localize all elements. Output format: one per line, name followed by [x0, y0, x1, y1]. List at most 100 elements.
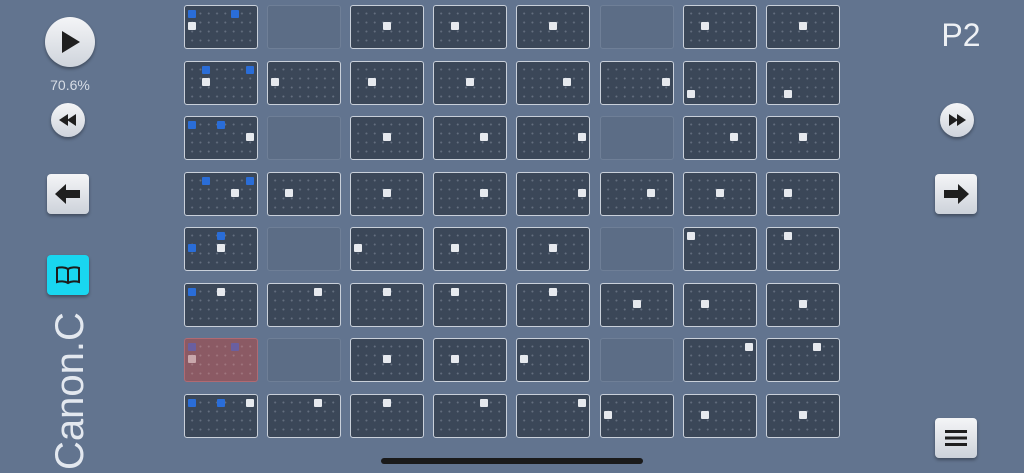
rewind-button[interactable]: [51, 103, 85, 137]
note-marker: [245, 132, 254, 141]
pattern-cell[interactable]: [600, 172, 674, 216]
pattern-cell[interactable]: [267, 227, 341, 271]
pattern-cell[interactable]: [683, 394, 757, 438]
pattern-cell[interactable]: [766, 394, 840, 438]
pattern-cell[interactable]: [766, 172, 840, 216]
pattern-cell[interactable]: [516, 338, 590, 382]
pattern-cell[interactable]: [766, 61, 840, 105]
pattern-cell[interactable]: [433, 61, 507, 105]
pattern-cell[interactable]: [350, 394, 424, 438]
pattern-cell[interactable]: [766, 283, 840, 327]
pattern-cell[interactable]: [766, 227, 840, 271]
pattern-cell[interactable]: [267, 283, 341, 327]
tempo-percentage: 70.6%: [50, 77, 90, 93]
pattern-cell[interactable]: [433, 172, 507, 216]
note-marker: [465, 77, 474, 86]
pattern-cell[interactable]: [516, 61, 590, 105]
fast-forward-icon: [949, 114, 966, 126]
note-marker: [231, 188, 240, 197]
pattern-cell[interactable]: [766, 116, 840, 160]
note-marker: [604, 410, 612, 419]
note-marker: [188, 354, 196, 363]
pattern-cell[interactable]: [350, 116, 424, 160]
pattern-cell[interactable]: [600, 116, 674, 160]
book-icon: [56, 266, 80, 285]
play-button[interactable]: [45, 17, 95, 67]
pattern-cell[interactable]: [184, 61, 258, 105]
pattern-cell[interactable]: [516, 394, 590, 438]
pattern-cell[interactable]: [350, 338, 424, 382]
pattern-cell[interactable]: [267, 394, 341, 438]
pattern-cell[interactable]: [683, 5, 757, 49]
arrow-right-icon: [944, 184, 969, 204]
note-marker: [744, 343, 753, 351]
note-marker: [687, 232, 695, 240]
pattern-cell[interactable]: [184, 116, 258, 160]
pattern-cell[interactable]: [433, 5, 507, 49]
blue-note-marker: [188, 343, 196, 351]
note-marker: [798, 410, 807, 419]
pattern-cell[interactable]: [350, 61, 424, 105]
note-marker: [577, 188, 586, 197]
pattern-cell[interactable]: [600, 394, 674, 438]
book-button[interactable]: [47, 255, 89, 295]
pattern-cell[interactable]: [267, 5, 341, 49]
pattern-cell[interactable]: [433, 338, 507, 382]
pattern-cell[interactable]: [433, 394, 507, 438]
pattern-cell[interactable]: [267, 338, 341, 382]
pattern-cell[interactable]: [184, 5, 258, 49]
pattern-cell[interactable]: [683, 227, 757, 271]
pattern-cell[interactable]: [600, 61, 674, 105]
pattern-cell[interactable]: [683, 116, 757, 160]
note-marker: [784, 188, 793, 197]
pattern-cell[interactable]: [350, 5, 424, 49]
pattern-cell[interactable]: [683, 172, 757, 216]
pattern-cell[interactable]: [516, 5, 590, 49]
note-marker: [202, 77, 211, 86]
previous-pattern-button[interactable]: [47, 174, 89, 214]
pattern-cell[interactable]: [516, 172, 590, 216]
pattern-grid: [0, 0, 1024, 473]
note-marker: [701, 410, 710, 419]
pattern-cell[interactable]: [184, 338, 258, 382]
song-name: Canon.C: [48, 312, 92, 470]
pattern-cell[interactable]: [267, 61, 341, 105]
menu-icon: [945, 430, 967, 446]
pattern-cell[interactable]: [433, 283, 507, 327]
note-marker: [382, 132, 391, 141]
pattern-cell[interactable]: [184, 394, 258, 438]
pattern-cell[interactable]: [350, 283, 424, 327]
pattern-cell[interactable]: [516, 227, 590, 271]
pattern-cell[interactable]: [683, 283, 757, 327]
pattern-cell[interactable]: [766, 338, 840, 382]
pattern-cell[interactable]: [516, 116, 590, 160]
next-pattern-button[interactable]: [935, 174, 977, 214]
note-marker: [647, 188, 656, 197]
note-marker: [784, 89, 793, 98]
menu-button[interactable]: [935, 418, 977, 458]
pattern-cell[interactable]: [267, 116, 341, 160]
note-marker: [520, 354, 528, 363]
note-marker: [730, 132, 739, 141]
note-marker: [577, 132, 586, 141]
pattern-cell[interactable]: [267, 172, 341, 216]
pattern-cell[interactable]: [600, 338, 674, 382]
note-marker: [798, 21, 807, 30]
pattern-cell[interactable]: [516, 283, 590, 327]
pattern-cell[interactable]: [766, 5, 840, 49]
pattern-cell[interactable]: [433, 227, 507, 271]
pattern-cell[interactable]: [600, 283, 674, 327]
pattern-cell[interactable]: [683, 338, 757, 382]
note-marker: [577, 399, 586, 407]
note-marker: [784, 232, 793, 240]
pattern-cell[interactable]: [433, 116, 507, 160]
pattern-cell[interactable]: [184, 227, 258, 271]
pattern-cell[interactable]: [683, 61, 757, 105]
pattern-cell[interactable]: [184, 283, 258, 327]
pattern-cell[interactable]: [600, 227, 674, 271]
pattern-cell[interactable]: [350, 227, 424, 271]
pattern-cell[interactable]: [350, 172, 424, 216]
pattern-cell[interactable]: [600, 5, 674, 49]
fast-forward-button[interactable]: [940, 103, 974, 137]
pattern-cell[interactable]: [184, 172, 258, 216]
